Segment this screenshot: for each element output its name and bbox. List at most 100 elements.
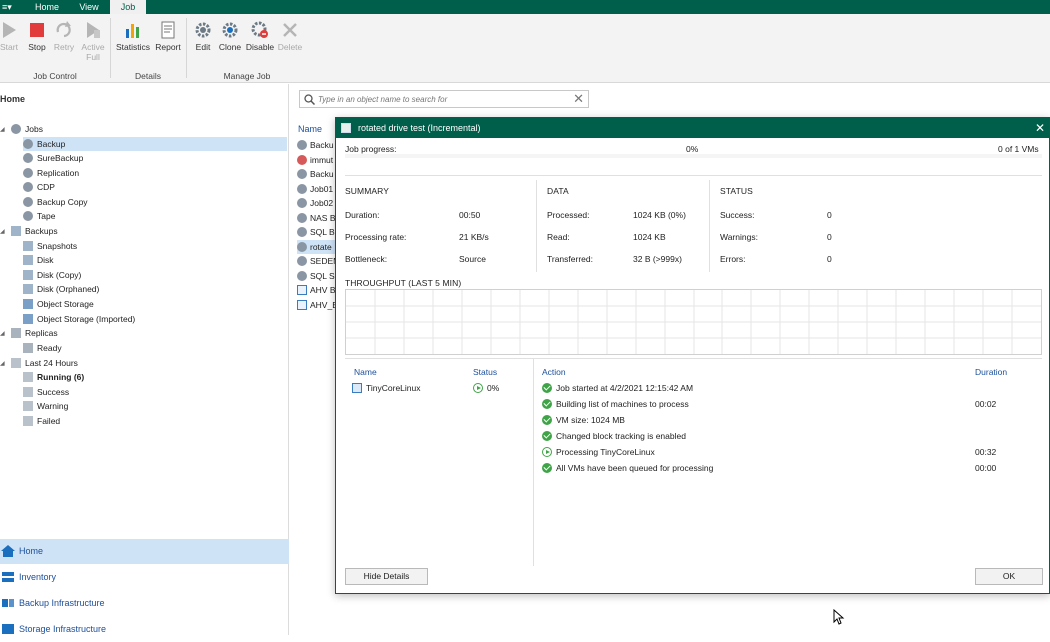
tree-item-replicas[interactable]: Replicas <box>11 326 58 340</box>
gear-icon <box>297 140 307 150</box>
tree-item-warning[interactable]: Warning <box>23 399 68 413</box>
tree-label: Disk (Orphaned) <box>37 284 100 294</box>
action-duration: 00:32 <box>975 447 997 457</box>
read-label: Read: <box>547 232 570 242</box>
tree-label: Ready <box>37 343 62 353</box>
expand-arrow-icon[interactable]: ◢ <box>0 228 5 235</box>
tree-item-snapshots[interactable]: Snapshots <box>23 239 77 253</box>
vm-name: TinyCoreLinux <box>366 383 421 393</box>
action-text: Processing TinyCoreLinux <box>556 447 655 457</box>
object-storage-icon <box>23 314 33 324</box>
expand-arrow-icon[interactable]: ◢ <box>0 360 5 367</box>
tab-job[interactable]: Job <box>110 0 146 14</box>
job-progress-label: Job progress: <box>345 144 397 154</box>
gear-icon <box>23 182 33 192</box>
close-icon[interactable]: ✕ <box>1035 118 1045 138</box>
tree-label: Warning <box>37 401 69 411</box>
tree-item-surebackup[interactable]: SureBackup <box>23 151 83 165</box>
duration-column-header[interactable]: Duration <box>975 367 1007 377</box>
gear-icon <box>297 242 307 252</box>
tree-item-replication[interactable]: Replication <box>23 166 79 180</box>
hide-details-button[interactable]: Hide Details <box>345 568 428 585</box>
job-row[interactable]: SQL S <box>297 269 337 283</box>
job-row[interactable]: AHV_B <box>297 298 337 312</box>
replicas-icon <box>11 328 21 338</box>
job-row[interactable]: Backu <box>297 167 337 181</box>
job-name: SEDEM <box>310 256 337 266</box>
stop-label: Stop <box>28 42 46 52</box>
action-column-header[interactable]: Action <box>542 367 566 377</box>
tree-item-backups[interactable]: Backups <box>11 224 58 238</box>
job-row[interactable]: Job02 <box>297 196 337 210</box>
running-icon <box>23 372 33 382</box>
nav-inventory[interactable]: Inventory <box>0 565 289 590</box>
disable-button[interactable]: Disable <box>243 20 277 52</box>
active-full-label-2: Full <box>86 52 100 62</box>
tab-view[interactable]: View <box>72 0 106 14</box>
tree-item-backup[interactable]: Backup <box>23 137 287 151</box>
success-label: Success: <box>720 210 755 220</box>
tree-item-disk[interactable]: Disk <box>23 253 54 267</box>
tree-item-disk-copy[interactable]: Disk (Copy) <box>23 268 81 282</box>
job-row[interactable]: immut <box>297 153 337 167</box>
delete-button[interactable]: Delete <box>273 20 307 52</box>
gear-icon <box>297 213 307 223</box>
tree-item-failed[interactable]: Failed <box>23 414 60 428</box>
tree-item-cdp[interactable]: CDP <box>23 180 55 194</box>
warnings-count: 0 <box>827 232 832 242</box>
tree-item-running[interactable]: Running (6) <box>23 370 84 384</box>
vm-row-name[interactable]: TinyCoreLinux <box>352 383 421 393</box>
job-row[interactable]: Backu <box>297 138 337 152</box>
backups-icon <box>11 226 21 236</box>
tree-item-success[interactable]: Success <box>23 385 69 399</box>
job-row[interactable]: SQL B <box>297 225 337 239</box>
processing-rate-value: 21 KB/s <box>459 232 489 242</box>
tree-item-object-storage[interactable]: Object Storage <box>23 297 94 311</box>
tree-item-tape[interactable]: Tape <box>23 209 55 223</box>
report-button[interactable]: Report <box>151 20 185 52</box>
tree-item-last-24-hours[interactable]: Last 24 Hours <box>11 356 78 370</box>
delete-icon <box>283 23 297 37</box>
clear-search-icon[interactable]: ✕ <box>573 92 584 106</box>
vm-column-header-status[interactable]: Status <box>473 367 497 377</box>
tab-home[interactable]: Home <box>22 0 72 14</box>
jobs-column-header-name[interactable]: Name <box>298 124 322 134</box>
nav-backup-infrastructure[interactable]: Backup Infrastructure <box>0 591 289 616</box>
tree-label: Running (6) <box>37 372 85 382</box>
ready-icon <box>23 343 33 353</box>
vm-column-header-name[interactable]: Name <box>354 367 377 377</box>
job-row[interactable]: AHV B <box>297 283 337 297</box>
statistics-button[interactable]: Statistics <box>116 20 150 52</box>
check-icon <box>542 399 552 409</box>
job-row-selected[interactable]: rotate <box>297 240 337 254</box>
job-row[interactable]: Job01 <box>297 182 337 196</box>
gear-icon <box>297 169 307 179</box>
expand-arrow-icon[interactable]: ◢ <box>0 330 5 337</box>
nav-inventory-label: Inventory <box>19 572 57 582</box>
nav-home[interactable]: Home <box>0 539 289 564</box>
tree-item-object-storage-imported[interactable]: Object Storage (Imported) <box>23 312 135 326</box>
job-row[interactable]: SEDEM <box>297 254 337 268</box>
clock-icon <box>11 358 21 368</box>
object-storage-icon <box>23 299 33 309</box>
active-full-button[interactable]: Active Full <box>76 20 110 62</box>
mouse-cursor-icon <box>833 609 845 625</box>
expand-arrow-icon[interactable]: ◢ <box>0 126 5 133</box>
main-menu-button[interactable]: ≡▾ <box>0 0 16 14</box>
tree-item-ready[interactable]: Ready <box>23 341 62 355</box>
gear-error-icon <box>297 155 307 165</box>
tree-item-jobs[interactable]: Jobs <box>11 122 43 136</box>
search-box[interactable]: Type in an object name to search for ✕ <box>299 90 589 108</box>
document-icon <box>297 285 307 295</box>
tree-item-backup-copy[interactable]: Backup Copy <box>23 195 88 209</box>
nav-storage-infrastructure[interactable]: Storage Infrastructure <box>0 617 289 642</box>
navigation-title: Home <box>0 94 26 104</box>
tree-item-disk-orphaned[interactable]: Disk (Orphaned) <box>23 282 99 296</box>
navigation-pane: Home ◢ Jobs Backup SureBackup Replicatio… <box>0 84 289 635</box>
search-placeholder: Type in an object name to search for <box>318 95 448 104</box>
job-row[interactable]: NAS B <box>297 211 337 225</box>
action-duration: 00:02 <box>975 399 997 409</box>
ribbon-tab-bar: ≡▾ Home View Job <box>0 0 1050 14</box>
clone-button[interactable]: Clone <box>213 20 247 52</box>
ok-button[interactable]: OK <box>975 568 1043 585</box>
